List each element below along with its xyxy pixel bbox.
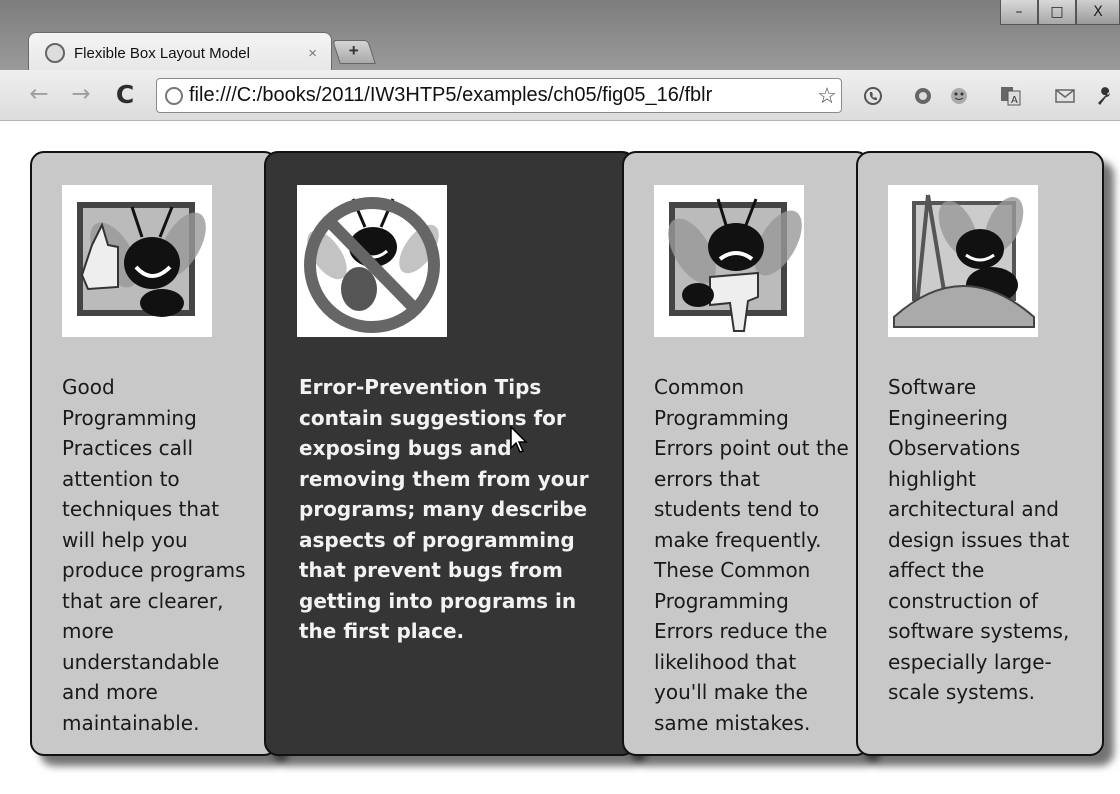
new-tab-button[interactable]: + xyxy=(332,40,376,64)
box-text: Common Programming Errors point out the … xyxy=(654,375,849,735)
translate-icon[interactable]: A xyxy=(1000,86,1022,106)
reload-button[interactable]: C xyxy=(110,78,140,110)
browser-tab[interactable]: Flexible Box Layout Model × xyxy=(28,32,332,73)
flex-box-software-engineering[interactable]: Software Engineering Observations highli… xyxy=(856,151,1104,756)
browser-toolbar: ← → C file:///C:/books/2011/IW3HTP5/exam… xyxy=(0,70,1120,121)
box-text: Good Programming Practices call attentio… xyxy=(62,375,246,735)
svg-text:A: A xyxy=(1011,95,1018,106)
plus-icon: + xyxy=(348,41,359,60)
flex-box-good-practices[interactable]: Good Programming Practices call attentio… xyxy=(30,151,278,756)
maximize-button[interactable]: □ xyxy=(1038,0,1076,25)
compass-bug-icon xyxy=(888,185,1038,337)
page-icon xyxy=(165,86,183,105)
mail-icon[interactable] xyxy=(1054,86,1076,106)
flex-box-error-prevention[interactable]: Error-Prevention Tips contain suggestion… xyxy=(264,151,636,756)
thumbs-down-bug-icon xyxy=(654,185,804,337)
forward-button[interactable]: → xyxy=(66,78,96,110)
url-text[interactable]: file:///C:/books/2011/IW3HTP5/examples/c… xyxy=(189,84,815,107)
refresh-circle-icon[interactable] xyxy=(912,86,934,106)
thumbs-up-bug-icon xyxy=(62,185,212,337)
close-window-button[interactable]: X xyxy=(1076,0,1120,25)
bookmark-star-icon[interactable]: ☆ xyxy=(815,83,839,109)
back-button[interactable]: ← xyxy=(24,78,54,110)
address-bar[interactable]: file:///C:/books/2011/IW3HTP5/examples/c… xyxy=(156,78,842,113)
no-bug-icon xyxy=(297,185,447,337)
box-text: Error-Prevention Tips contain suggestion… xyxy=(299,375,589,643)
page-viewport: Good Programming Practices call attentio… xyxy=(0,121,1120,794)
face-icon[interactable] xyxy=(948,86,970,106)
flex-box-common-errors[interactable]: Common Programming Errors point out the … xyxy=(622,151,870,756)
title-bar: – □ X Flexible Box Layout Model × + xyxy=(0,0,1120,73)
phone-icon[interactable] xyxy=(862,86,884,106)
globe-icon xyxy=(45,43,65,63)
tab-close-button[interactable]: × xyxy=(308,45,317,62)
wrench-icon[interactable] xyxy=(1094,86,1116,106)
mouse-cursor-icon xyxy=(510,426,528,453)
tab-title: Flexible Box Layout Model xyxy=(74,44,250,62)
box-text: Software Engineering Observations highli… xyxy=(888,375,1070,704)
minimize-button[interactable]: – xyxy=(1000,0,1038,25)
window-controls: – □ X xyxy=(1000,0,1120,30)
